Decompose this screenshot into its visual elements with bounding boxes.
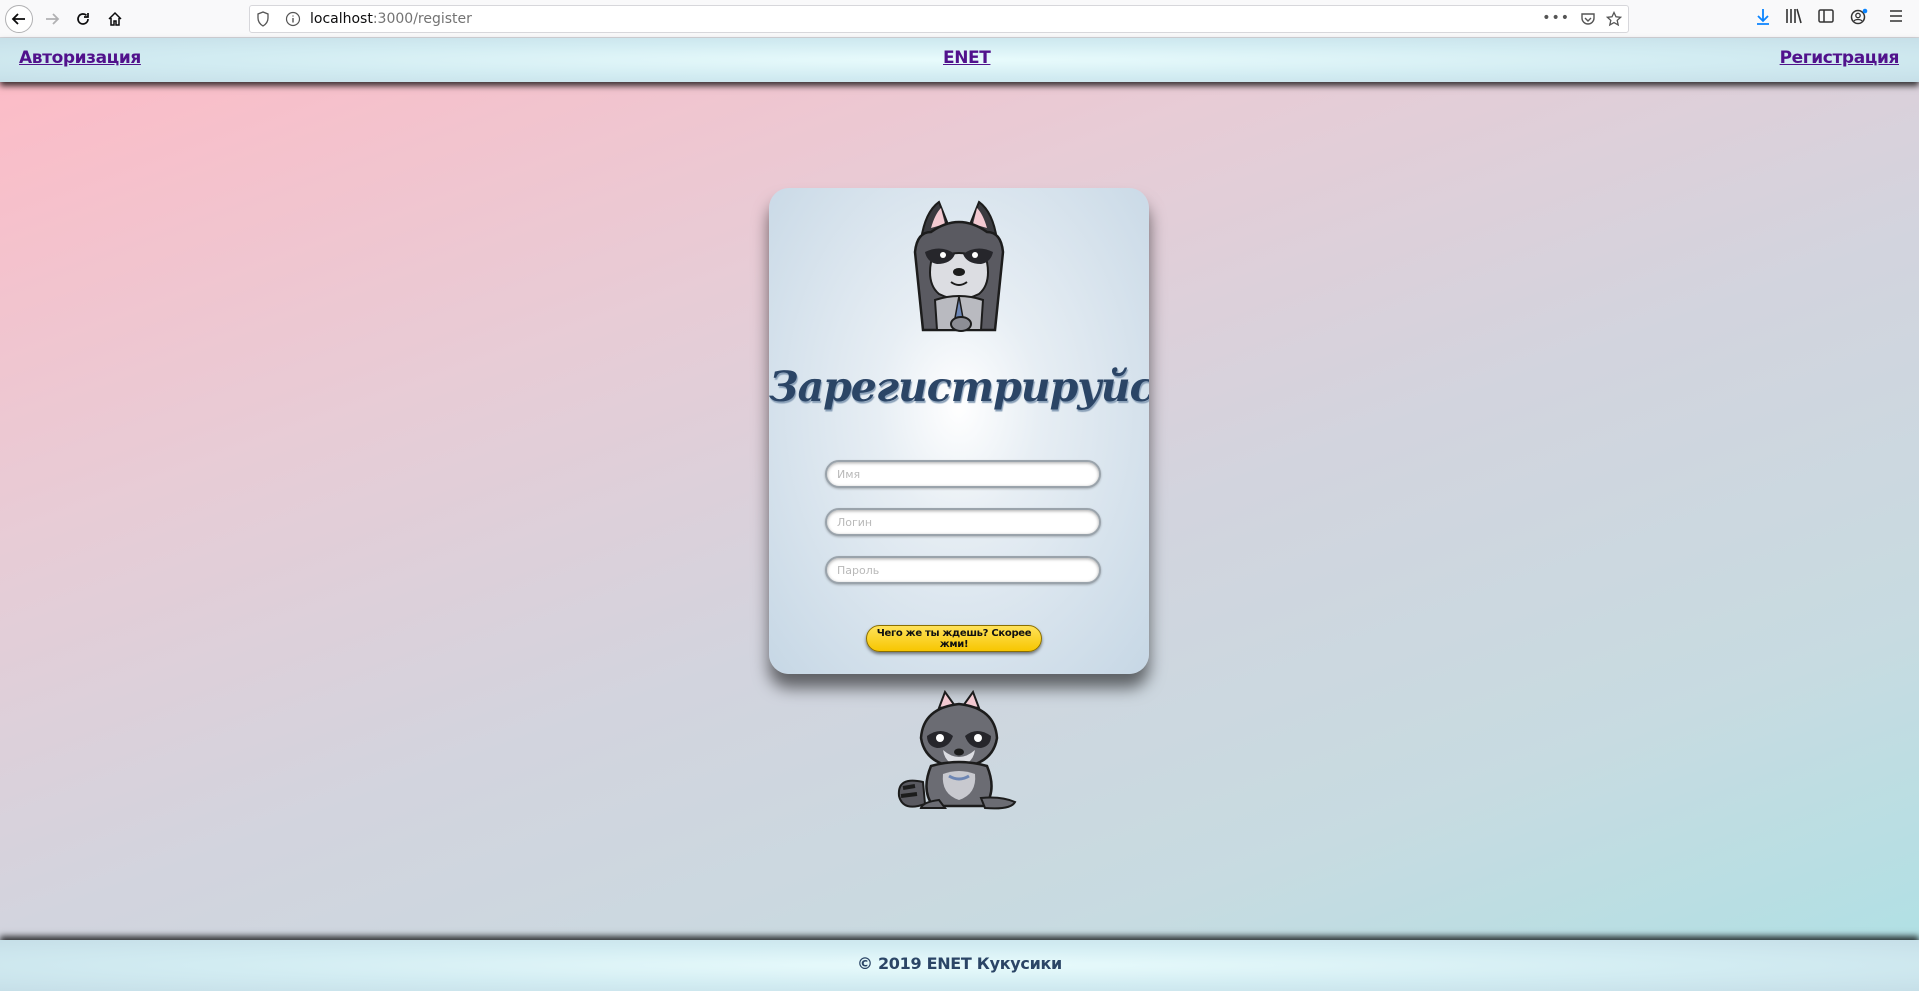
download-icon[interactable] — [1755, 8, 1771, 30]
name-input[interactable] — [825, 460, 1101, 488]
login-input[interactable] — [825, 508, 1101, 536]
menu-icon[interactable] — [1888, 8, 1904, 28]
library-icon[interactable] — [1785, 8, 1803, 28]
reload-icon — [77, 13, 89, 25]
shield-icon[interactable] — [256, 11, 270, 31]
account-icon[interactable] — [1850, 8, 1868, 30]
bookmark-star-icon[interactable] — [1605, 10, 1623, 31]
site-info-icon[interactable] — [285, 11, 301, 31]
ellipsis-icon[interactable]: ••• — [1542, 10, 1570, 26]
url-text: localhost:3000/register — [310, 11, 472, 27]
url-host: localhost — [310, 11, 373, 27]
arrow-right-icon — [46, 13, 60, 25]
site-footer: © 2019 ENET Кукусики — [0, 940, 1919, 991]
sidebar-icon[interactable] — [1818, 8, 1834, 28]
browser-toolbar: localhost:3000/register ••• — [0, 0, 1919, 38]
site-header: Авторизация ENET Регистрация — [0, 38, 1919, 82]
forward-button[interactable] — [38, 5, 66, 33]
raccoon-mascot-bottom-icon — [897, 690, 1017, 810]
pocket-icon[interactable] — [1580, 11, 1596, 31]
nav-brand-link[interactable]: ENET — [943, 48, 991, 68]
raccoon-mascot-top-icon — [913, 200, 1005, 332]
reload-button[interactable] — [69, 5, 97, 33]
url-path: :3000/register — [372, 11, 472, 27]
page-title: Зарегистрируйся! — [769, 363, 1149, 411]
register-card: Зарегистрируйся! Чего же ты ждешь? Скоре… — [769, 188, 1149, 674]
password-input[interactable] — [825, 556, 1101, 584]
nav-register-link[interactable]: Регистрация — [1780, 48, 1900, 68]
nav-login-link[interactable]: Авторизация — [19, 48, 141, 68]
back-button[interactable] — [5, 5, 33, 33]
submit-button[interactable]: Чего же ты ждешь? Скорее жми! — [866, 625, 1042, 652]
address-bar[interactable]: localhost:3000/register ••• — [249, 5, 1629, 33]
home-button[interactable] — [101, 5, 129, 33]
arrow-left-icon — [11, 13, 25, 25]
footer-copyright: © 2019 ENET Кукусики — [857, 954, 1062, 973]
home-icon — [108, 11, 122, 26]
